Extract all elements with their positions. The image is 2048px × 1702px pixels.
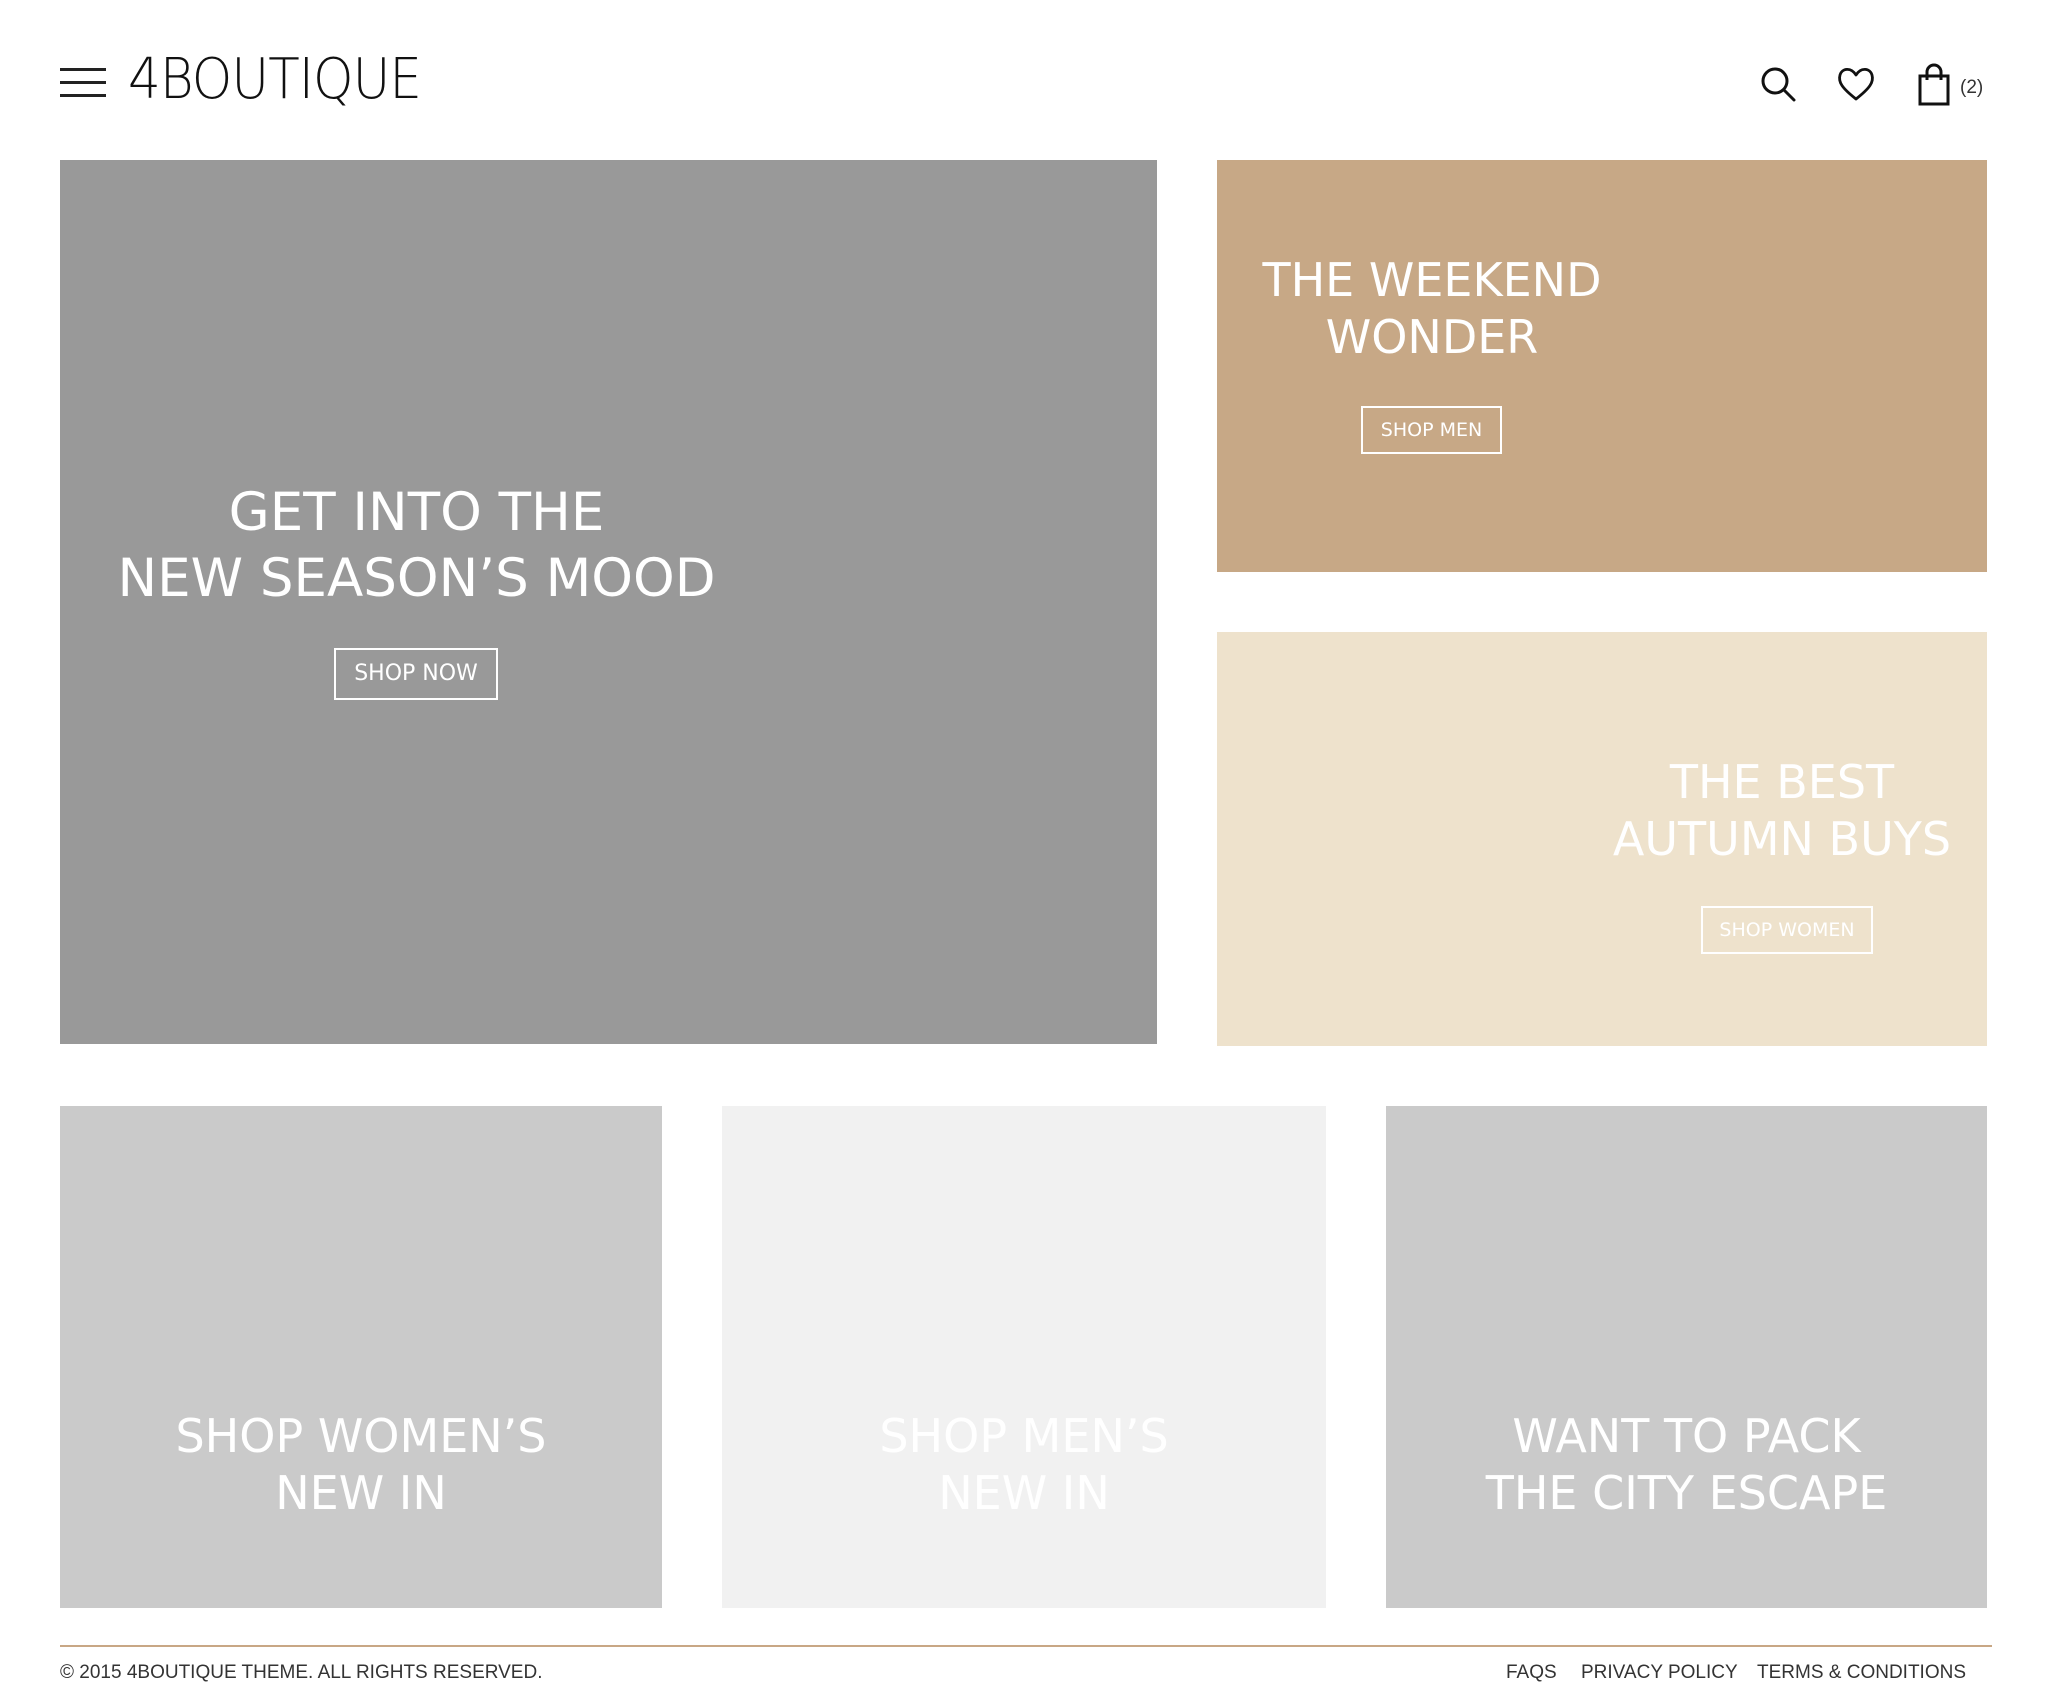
shop-mens-new-in-tile[interactable]: SHOP MEN’S NEW IN [722,1106,1326,1608]
tile-title: WANT TO PACK THE CITY ESCAPE [1485,1409,1888,1521]
footer-link-privacy-policy[interactable]: PRIVACY POLICY [1581,1662,1738,1684]
autumn-title: THE BEST AUTUMN BUYS [1612,755,1952,867]
menu-icon[interactable] [60,68,106,98]
weekend-title: THE WEEKEND WONDER [1262,253,1602,365]
tile-title: SHOP WOMEN’S NEW IN [175,1409,547,1521]
weekend-wonder-tile[interactable]: THE WEEKEND WONDER SHOP MEN [1217,160,1987,572]
footer-link-faqs[interactable]: FAQS [1506,1662,1557,1684]
tile-title: SHOP MEN’S NEW IN [879,1409,1169,1521]
cart-count: (2) [1960,77,1984,98]
shop-now-button[interactable]: SHOP NOW [334,648,498,700]
footer-link-terms[interactable]: TERMS & CONDITIONS [1757,1662,1966,1684]
shop-womens-new-in-tile[interactable]: SHOP WOMEN’S NEW IN [60,1106,662,1608]
hero-tile[interactable]: GET INTO THE NEW SEASON’S MOOD SHOP NOW [60,160,1157,1044]
search-icon[interactable] [1758,64,1798,104]
copyright: © 2015 4BOUTIQUE THEME. ALL RIGHTS RESER… [60,1662,543,1683]
autumn-buys-tile[interactable]: THE BEST AUTUMN BUYS SHOP WOMEN [1217,632,1987,1046]
shop-women-button[interactable]: SHOP WOMEN [1701,906,1873,954]
logo[interactable]: 4BOUTIQUE [128,50,422,110]
city-escape-tile[interactable]: WANT TO PACK THE CITY ESCAPE [1386,1106,1987,1608]
heart-icon[interactable] [1836,64,1876,104]
shopping-bag-icon[interactable] [1916,62,1952,106]
footer-divider [60,1645,1992,1647]
hero-title: GET INTO THE NEW SEASON’S MOOD [117,482,716,609]
shop-men-button[interactable]: SHOP MEN [1361,406,1502,454]
